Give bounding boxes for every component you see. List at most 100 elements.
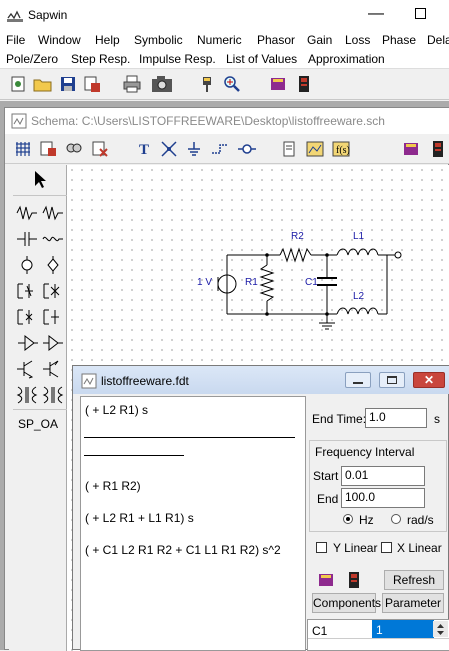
open-folder-icon[interactable] [31,72,55,96]
menu-help[interactable]: Help [95,33,120,47]
fdt-exit-door-icon[interactable] [345,571,363,592]
schema-help-book-icon[interactable] [399,137,423,161]
schema-window-icon [11,113,27,132]
menu-pole-zero[interactable]: Pole/Zero [6,52,58,66]
menu-step-resp[interactable]: Step Resp. [71,52,130,66]
parameter-table[interactable]: C1 1 [307,619,449,651]
menu-bar: File Window Help Symbolic Numeric Phasor… [0,30,449,49]
fraction-bar-2 [84,455,184,456]
transistor-palette-icon[interactable] [15,359,65,379]
find-component-icon[interactable] [62,137,86,161]
fraction-bar [84,437,295,438]
start-label: Start [313,469,339,483]
menu-approximation[interactable]: Approximation [308,52,385,66]
controlled-source-2-palette-icon[interactable] [15,307,65,327]
fdt-titlebar: listoffreeware.fdt ✕ [73,366,449,394]
r1-label: R1 [245,277,258,288]
menu-window[interactable]: Window [38,33,81,47]
help-book-icon[interactable] [266,72,290,96]
fdt-help-book-icon[interactable] [317,571,335,592]
x-linear-label: X Linear [397,541,442,555]
y-linear-label: Y Linear [333,541,378,555]
fdt-window-icon [81,373,97,392]
new-schema-icon[interactable] [6,72,30,96]
param-spin-button[interactable] [433,621,448,637]
grid-icon[interactable] [11,137,35,161]
ground-tool-icon[interactable] [182,137,206,161]
components-button[interactable]: Components [312,593,381,613]
controlled-source-palette-icon[interactable] [15,281,65,301]
fdt-minimize-button[interactable] [345,372,371,388]
param-name-cell[interactable]: C1 [312,624,327,638]
opamp-model-label[interactable]: SP_OA [18,417,58,431]
app-titlebar: Sapwin — [0,0,449,30]
hz-label: Hz [359,513,374,527]
schema-exit-door-icon[interactable] [426,137,449,161]
end-time-label: End Time: [312,412,367,426]
text-tool-icon[interactable]: T [132,137,156,161]
app-title: Sapwin [28,8,68,22]
menu-phase[interactable]: Phase [382,33,416,47]
print-icon[interactable] [120,72,144,96]
menu-file[interactable]: File [6,33,25,47]
sapwin-logo-icon [6,6,24,24]
hz-radio[interactable] [343,514,353,524]
schema-titlebar: Schema: C:\Users\LISTOFFREEWARE\Desktop\… [5,108,449,134]
expression-pane[interactable]: ( + L2 R1) s ( + R1 R2) ( + L2 R1 + L1 R… [80,396,306,651]
expr-denominator-1: ( + R1 R2) [85,479,141,493]
start-frequency-field[interactable]: 0.01 [341,466,425,486]
schema-toolbar: T f(s) [5,134,449,164]
fdt-maximize-button[interactable] [379,372,405,388]
camera-icon[interactable] [150,72,174,96]
menu-delay[interactable]: Dela [427,33,449,47]
edit-component-icon[interactable] [36,137,60,161]
x-linear-checkbox[interactable] [381,542,392,553]
parameter-button[interactable]: Parameter [382,593,444,613]
y-linear-checkbox[interactable] [316,542,327,553]
fdt-close-button[interactable]: ✕ [413,372,445,388]
probe-icon[interactable] [195,72,219,96]
delete-component-icon[interactable] [88,137,112,161]
menu-impulse-resp[interactable]: Impulse Resp. [139,52,216,66]
menu-symbolic[interactable]: Symbolic [134,33,183,47]
menu-phasor[interactable]: Phasor [257,33,295,47]
source-palette-icon[interactable] [15,255,65,275]
main-toolbar [0,68,449,100]
node-tool-icon[interactable] [157,137,181,161]
resistor-palette-icon[interactable] [15,203,65,223]
svg-text:T: T [139,142,149,157]
graph-window-icon[interactable] [303,137,327,161]
end-time-field[interactable]: 1.0 [365,408,427,428]
resistor-r1-symbol [259,264,275,302]
param-value-cell[interactable]: 1 [376,623,383,637]
wire-tool-icon[interactable] [208,137,232,161]
inductor-l1-symbol [336,248,379,256]
menu-list-of-values[interactable]: List of Values [226,52,297,66]
component-palette: SP_OA [9,165,67,651]
menu-gain[interactable]: Gain [307,33,332,47]
save-disk-icon[interactable] [56,72,80,96]
transformer-palette-icon[interactable] [15,385,65,405]
menu-loss[interactable]: Loss [345,33,370,47]
capacitor-palette-icon[interactable] [15,229,65,249]
select-arrow-icon[interactable] [15,169,65,189]
exit-door-icon[interactable] [292,72,316,96]
expr-numerator: ( + L2 R1) s [85,403,149,417]
menu-numeric[interactable]: Numeric [197,33,242,47]
save-as-icon[interactable] [80,72,104,96]
probe-tool-icon[interactable] [235,137,259,161]
schema-title: Schema: C:\Users\LISTOFFREEWARE\Desktop\… [31,114,385,128]
rads-radio[interactable] [391,514,401,524]
refresh-button[interactable]: Refresh [384,570,444,590]
rads-label: rad/s [407,513,434,527]
maximize-button[interactable] [408,3,432,25]
output-node-symbol [394,251,402,259]
end-frequency-field[interactable]: 100.0 [341,488,425,508]
properties-icon[interactable] [277,137,301,161]
minimize-button[interactable]: — [364,3,388,25]
l2-label: L2 [353,291,365,302]
table-divider [308,638,449,639]
opamp-palette-icon[interactable] [15,333,65,353]
formula-window-icon[interactable]: f(s) [329,137,353,161]
zoom-icon[interactable] [220,72,244,96]
